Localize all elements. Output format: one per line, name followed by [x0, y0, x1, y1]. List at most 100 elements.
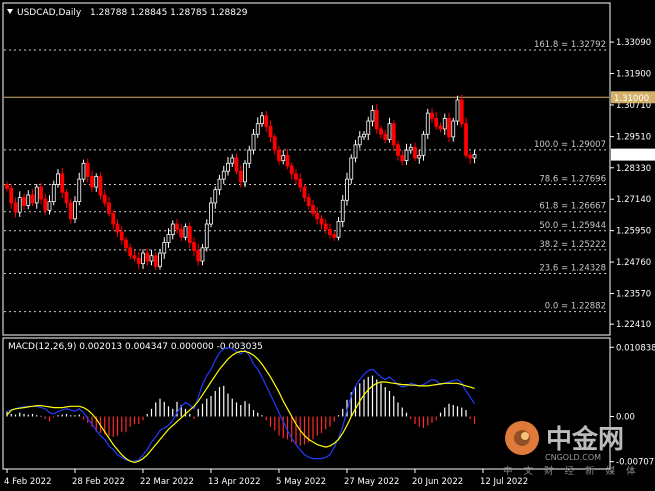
candle-body: [124, 239, 128, 249]
date-tick-label: 22 Mar 2022: [140, 477, 194, 487]
candle-body: [315, 213, 320, 220]
candle-body: [200, 247, 205, 262]
candle-body: [230, 157, 235, 164]
price-tick-label: 1.25950: [616, 227, 651, 237]
candle-body: [128, 247, 133, 257]
candle-body: [311, 205, 315, 214]
candle-body: [243, 162, 247, 183]
chart-symbol: USDCAD,Daily: [17, 8, 82, 18]
candle-body: [260, 115, 264, 125]
candle-body: [289, 165, 294, 175]
candle-body: [362, 133, 366, 138]
watermark-subtitle: 中 文 财 经 新 媒 体: [503, 465, 640, 477]
date-tick-label: 5 May 2022: [276, 477, 326, 487]
candle-body: [272, 136, 277, 151]
candle-body: [145, 252, 150, 262]
candle-body: [264, 115, 269, 127]
candle-body: [400, 154, 405, 162]
price-panel-frame: [2, 2, 611, 336]
candle-body: [213, 189, 218, 204]
candle-body: [285, 154, 290, 167]
date-tick-label: 27 May 2022: [344, 477, 399, 487]
candle-body: [175, 223, 179, 230]
candle-body: [22, 197, 26, 206]
candle-body: [319, 218, 324, 225]
candle-body: [357, 136, 362, 146]
candle-body: [94, 176, 99, 188]
candle-body: [226, 162, 230, 172]
candle-body: [277, 149, 281, 162]
candle-body: [39, 186, 43, 200]
candle-body: [149, 255, 154, 262]
price-tick-label: 1.28330: [616, 164, 651, 174]
candle-body: [434, 117, 439, 127]
date-tick-label: 4 Feb 2022: [4, 477, 52, 487]
price-tick-label: 1.29510: [616, 133, 651, 143]
candle-body: [115, 223, 120, 233]
candle-body: [77, 178, 82, 202]
macd-tick-label: 0.010838: [616, 343, 655, 353]
candle-body: [413, 147, 417, 159]
candle-body: [17, 197, 22, 213]
dropdown-triangle-icon[interactable]: [7, 9, 13, 14]
candle-body: [408, 147, 413, 151]
candle-body: [442, 117, 447, 130]
price-axis: 1.330901.319001.307101.295101.283301.271…: [610, 38, 655, 330]
candle-body: [162, 242, 167, 254]
fib-label: 50.0 = 1.25944: [539, 221, 606, 231]
current-price-label: 1.28829: [614, 151, 649, 161]
candle-body: [323, 223, 328, 230]
candle-body: [451, 120, 456, 138]
candle-body: [391, 123, 396, 146]
candle-body: [251, 133, 256, 151]
candle-body: [85, 162, 90, 177]
candle-body: [268, 125, 273, 138]
date-tick-label: 20 Jun 2022: [412, 477, 463, 487]
date-tick-label: 12 Jul 2022: [480, 477, 528, 487]
candle-body: [345, 178, 349, 201]
candle-body: [64, 191, 69, 204]
candle-body: [340, 199, 345, 222]
candle-body: [119, 231, 124, 241]
candle-body: [73, 201, 77, 220]
candle-body: [459, 99, 464, 125]
candle-body: [464, 123, 468, 156]
candle-body: [166, 234, 171, 243]
candle-body: [209, 202, 213, 225]
macd-tick-label: 0.00: [616, 412, 635, 422]
candle-body: [404, 149, 409, 162]
candle-body: [430, 112, 434, 119]
candle-body: [26, 194, 31, 206]
candle-body: [468, 154, 473, 159]
candle-body: [221, 170, 226, 180]
candle-body: [68, 202, 73, 220]
candle-body: [396, 144, 400, 156]
fib-label: 38.2 = 1.25222: [539, 240, 606, 250]
candle-body: [374, 110, 379, 130]
watermark-cn: 中金网: [546, 424, 624, 455]
watermark-en: CNGOLD.COM: [545, 453, 601, 462]
candle-body: [281, 154, 286, 162]
candle-body: [421, 133, 426, 156]
candle-body: [5, 184, 9, 189]
price-tick-label: 1.23570: [616, 289, 651, 299]
candle-body: [370, 110, 375, 122]
price-tick-label: 1.24760: [616, 258, 651, 268]
usdcad-chart: USDCAD,Daily 1.28788 1.28845 1.28785 1.2…: [2, 2, 655, 487]
candle-body: [438, 125, 443, 130]
candle-body: [98, 176, 103, 196]
candle-body: [472, 154, 477, 159]
fib-label: 161.8 = 1.32792: [534, 40, 606, 50]
candle-body: [60, 173, 65, 193]
candle-body: [43, 198, 48, 211]
candle-body: [183, 226, 188, 238]
candle-body: [455, 99, 460, 122]
candle-body: [196, 250, 201, 262]
candle-body: [102, 194, 107, 204]
candle-body: [111, 213, 116, 225]
candle-body: [204, 223, 209, 249]
candle-body: [234, 157, 239, 172]
candle-body: [34, 186, 39, 204]
candle-body: [136, 257, 141, 265]
candle-body: [30, 194, 35, 204]
